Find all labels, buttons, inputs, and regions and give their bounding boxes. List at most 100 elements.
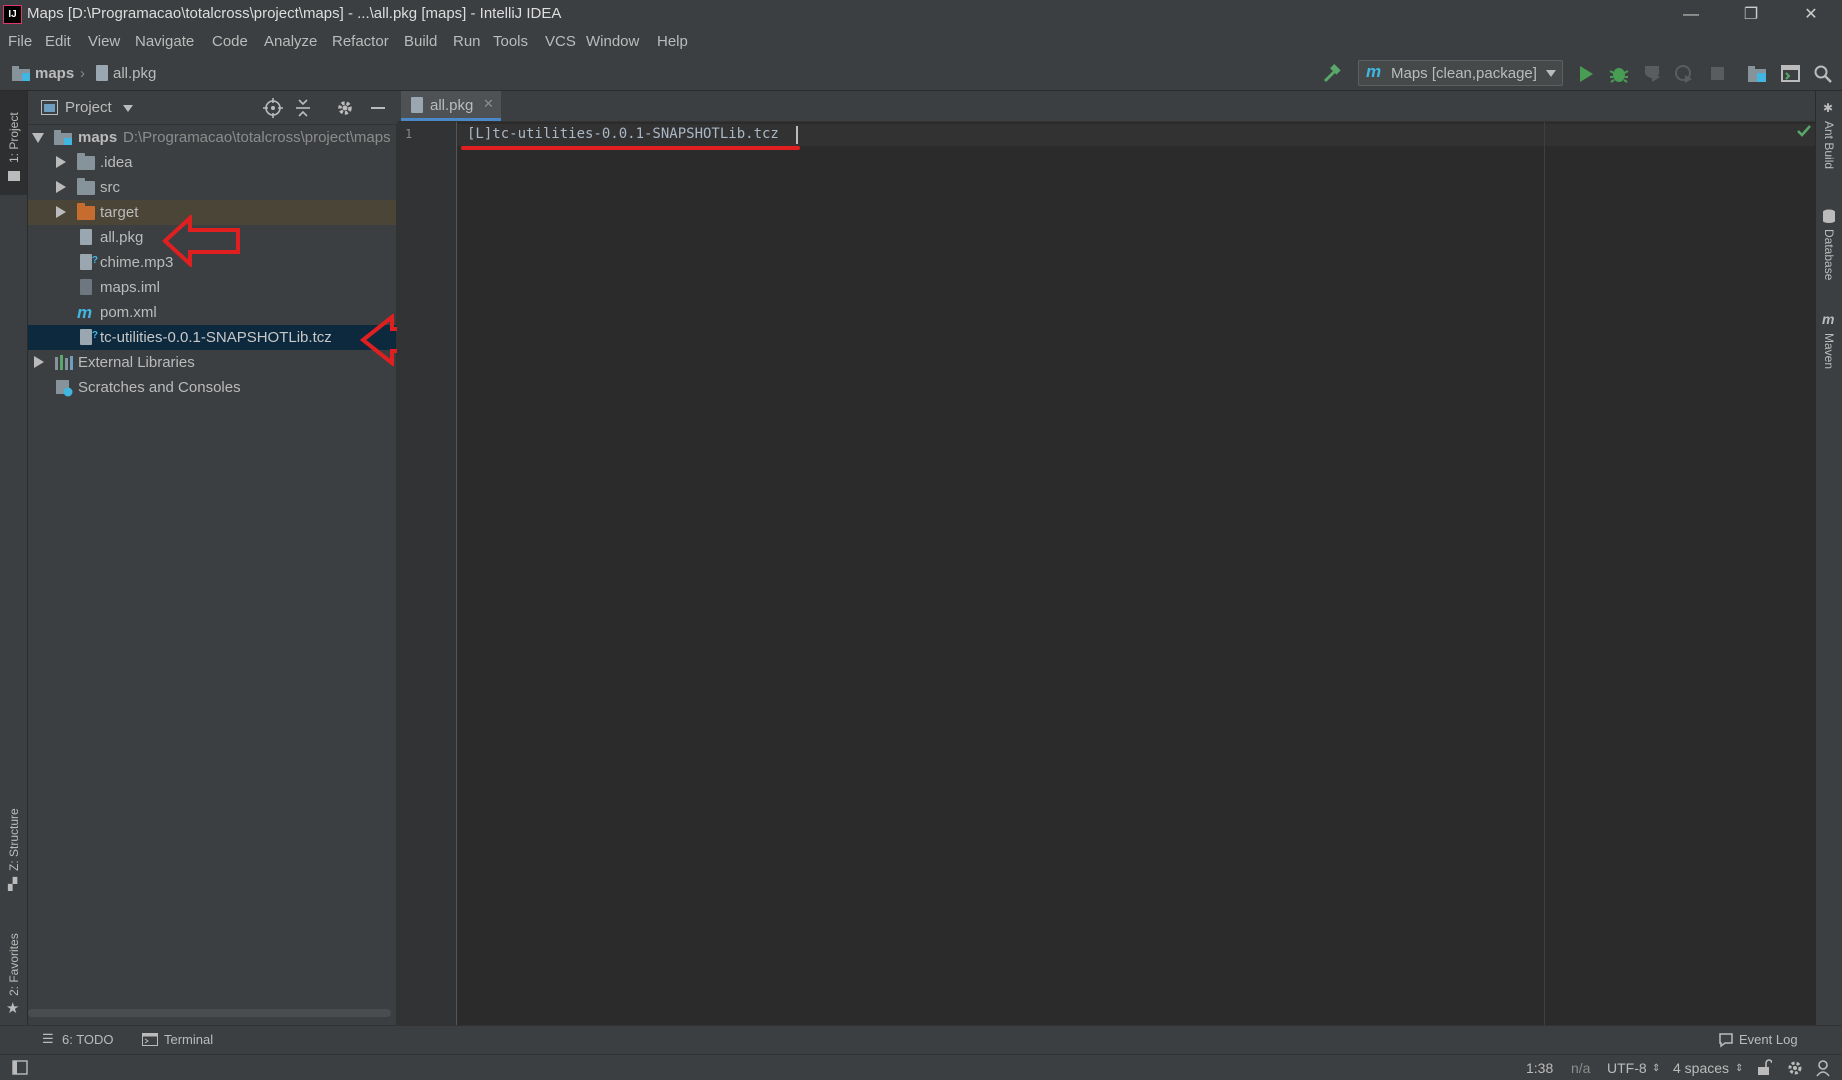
- menu-analyze[interactable]: Analyze: [264, 33, 317, 50]
- menu-bar: File Edit View Navigate Code Analyze Ref…: [0, 29, 1842, 56]
- line-number: 1: [405, 127, 413, 141]
- terminal-label: Terminal: [164, 1032, 214, 1047]
- menu-tools[interactable]: Tools: [493, 33, 528, 50]
- line-separator-status[interactable]: n/a: [1571, 1060, 1590, 1076]
- editor-tab-all-pkg[interactable]: all.pkg ✕: [401, 91, 501, 121]
- project-tool-tab[interactable]: 1: Project: [0, 91, 27, 195]
- unknown-file-icon: ?: [80, 254, 98, 270]
- menu-navigate[interactable]: Navigate: [135, 33, 194, 50]
- minimize-button[interactable]: —: [1662, 0, 1720, 29]
- excluded-folder-icon: [77, 203, 95, 220]
- gear-icon[interactable]: [336, 99, 354, 117]
- structure-tool-tab[interactable]: Z: Structure ▞: [0, 791, 27, 891]
- intellij-icon: IJ: [3, 5, 22, 24]
- breadcrumb-file[interactable]: all.pkg: [113, 65, 156, 82]
- terminal-layout-icon[interactable]: [1781, 65, 1801, 83]
- folder-icon: [8, 171, 20, 181]
- tree-item-path: D:\Programacao\totalcross\project\maps: [123, 129, 391, 146]
- hector-settings-icon[interactable]: [1786, 1059, 1804, 1077]
- horizontal-scrollbar[interactable]: [28, 1009, 391, 1017]
- collapse-all-icon[interactable]: [294, 98, 312, 118]
- collapse-arrow-icon[interactable]: [56, 181, 66, 193]
- code-line[interactable]: [L]tc-utilities-0.0.1-SNAPSHOTLib.tcz: [467, 126, 779, 142]
- maven-tool-tab[interactable]: m Maven: [1816, 311, 1842, 388]
- locate-icon[interactable]: [263, 98, 283, 118]
- collapse-arrow-icon[interactable]: [56, 206, 66, 218]
- inspector-icon[interactable]: [1814, 1059, 1832, 1077]
- profile-icon[interactable]: [1674, 64, 1694, 84]
- maven-label: Maven: [1822, 333, 1836, 370]
- favorites-tab-label: 2: Favorites: [7, 933, 21, 996]
- right-tool-stripe: ✱ Ant Build Database m Maven: [1815, 91, 1842, 1025]
- project-structure-icon[interactable]: [1748, 65, 1768, 83]
- debug-icon[interactable]: [1609, 64, 1629, 84]
- search-icon[interactable]: [1814, 65, 1832, 83]
- menu-refactor[interactable]: Refactor: [332, 33, 389, 50]
- database-tool-tab[interactable]: Database: [1816, 209, 1842, 289]
- menu-view[interactable]: View: [88, 33, 120, 50]
- menu-vcs[interactable]: VCS: [545, 33, 576, 50]
- tree-item-scratches[interactable]: Scratches and Consoles: [28, 375, 396, 400]
- tree-item-label: maps: [78, 129, 118, 146]
- hide-panel-icon[interactable]: [370, 103, 386, 113]
- todo-tool-button[interactable]: ☰ 6: TODO: [42, 1026, 122, 1053]
- annotation-underline: [461, 146, 800, 150]
- unlock-icon[interactable]: [1756, 1059, 1772, 1076]
- menu-build[interactable]: Build: [404, 33, 437, 50]
- tree-item-label: .idea: [100, 154, 133, 171]
- menu-run[interactable]: Run: [453, 33, 481, 50]
- run-configuration-selector[interactable]: m Maps [clean,package]: [1358, 60, 1563, 86]
- collapse-arrow-icon[interactable]: [34, 356, 44, 368]
- ant-build-label: Ant Build: [1822, 121, 1836, 170]
- tree-item-external-libraries[interactable]: External Libraries: [28, 350, 396, 375]
- chevron-down-icon[interactable]: [123, 105, 133, 112]
- menu-file[interactable]: File: [8, 33, 32, 50]
- editor-gutter: 1: [397, 122, 457, 1025]
- favorites-tool-tab[interactable]: 2: Favorites ★: [0, 916, 27, 1017]
- tree-item-maps-iml[interactable]: maps.iml: [28, 275, 396, 300]
- chevron-down-icon: [1546, 70, 1556, 77]
- status-bar: 1:38 n/a UTF-8 ⇕ 4 spaces ⇕: [0, 1054, 1842, 1080]
- file-icon: [96, 65, 108, 81]
- collapse-arrow-icon[interactable]: [56, 156, 66, 168]
- inspection-ok-icon: [1797, 125, 1811, 137]
- close-button[interactable]: ✕: [1782, 0, 1840, 29]
- breadcrumb-project[interactable]: maps: [35, 65, 74, 82]
- tree-item-pom-xml[interactable]: m pom.xml: [28, 300, 396, 325]
- database-icon: [1823, 209, 1835, 223]
- terminal-tool-button[interactable]: Terminal: [142, 1026, 227, 1053]
- text-file-icon: [80, 229, 92, 245]
- tree-item-tc-utilities[interactable]: ? tc-utilities-0.0.1-SNAPSHOTLib.tcz: [28, 325, 396, 350]
- ant-build-tool-tab[interactable]: ✱ Ant Build: [1816, 101, 1842, 176]
- project-panel-header: Project: [28, 91, 397, 125]
- close-tab-icon[interactable]: ✕: [483, 96, 494, 112]
- coverage-icon[interactable]: [1642, 64, 1662, 84]
- toggle-tool-windows-icon[interactable]: [12, 1060, 28, 1076]
- tree-item-maps[interactable]: maps D:\Programacao\totalcross\project\m…: [28, 125, 396, 150]
- menu-code[interactable]: Code: [212, 33, 248, 50]
- caret-position[interactable]: 1:38: [1526, 1060, 1553, 1076]
- menu-window[interactable]: Window: [586, 33, 639, 50]
- stop-icon[interactable]: [1710, 66, 1726, 82]
- editor-tab-bar: all.pkg ✕: [397, 91, 1815, 122]
- encoding-status[interactable]: UTF-8: [1607, 1060, 1647, 1076]
- indent-dropdown-icon[interactable]: ⇕: [1735, 1063, 1743, 1074]
- tree-item-label: Scratches and Consoles: [78, 379, 241, 396]
- list-icon: ☰: [42, 1031, 54, 1046]
- menu-edit[interactable]: Edit: [45, 33, 71, 50]
- todo-label: 6: TODO: [62, 1032, 114, 1047]
- encoding-dropdown-icon[interactable]: ⇕: [1652, 1063, 1660, 1074]
- expand-arrow-icon[interactable]: [32, 133, 44, 143]
- project-view-selector[interactable]: Project: [65, 99, 112, 116]
- event-log-button[interactable]: Event Log: [1718, 1026, 1828, 1053]
- menu-help[interactable]: Help: [657, 33, 688, 50]
- run-icon[interactable]: [1578, 65, 1594, 83]
- restore-button[interactable]: ❐: [1722, 0, 1780, 29]
- hammer-icon[interactable]: [1322, 64, 1342, 84]
- indent-status[interactable]: 4 spaces: [1673, 1060, 1729, 1076]
- structure-icon: ▞: [8, 877, 18, 891]
- tree-item-label: tc-utilities-0.0.1-SNAPSHOTLib.tcz: [100, 329, 332, 346]
- code-editor[interactable]: [L]tc-utilities-0.0.1-SNAPSHOTLib.tcz: [457, 122, 1815, 1025]
- tree-item-src[interactable]: src: [28, 175, 396, 200]
- tree-item-idea[interactable]: .idea: [28, 150, 396, 175]
